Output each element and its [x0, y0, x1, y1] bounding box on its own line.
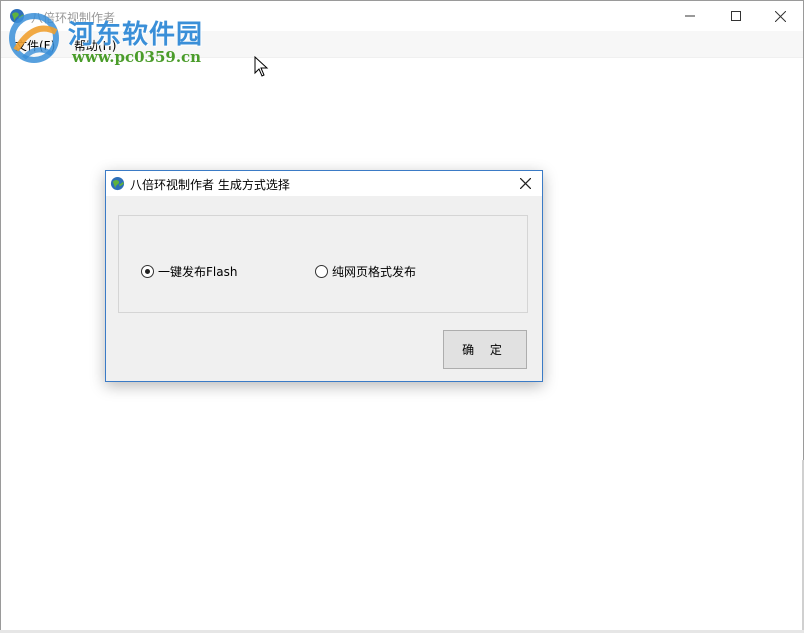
close-icon — [774, 10, 786, 22]
mouse-cursor-icon — [254, 56, 269, 77]
watermark-url: www.pc0359.cn — [72, 48, 202, 66]
maximize-icon — [731, 11, 741, 21]
dialog-titlebar[interactable]: 八倍环视制作者 生成方式选择 — [106, 171, 542, 196]
radio-flash[interactable]: 一键发布Flash — [141, 263, 237, 280]
minimize-button[interactable] — [667, 1, 713, 31]
generation-mode-dialog: 八倍环视制作者 生成方式选择 一键发布Flash 纯网页格式发布 确 定 — [105, 170, 543, 382]
radio-selected-dot — [145, 269, 150, 274]
options-groupbox: 一键发布Flash 纯网页格式发布 — [118, 215, 528, 313]
radio-webpage[interactable]: 纯网页格式发布 — [315, 263, 416, 280]
close-icon — [519, 178, 531, 189]
watermark-site-name: 河东软件园 — [68, 20, 204, 50]
radio-flash-label[interactable]: 一键发布Flash — [158, 263, 237, 280]
globe-icon — [110, 176, 125, 191]
radio-circle[interactable] — [141, 265, 154, 278]
ok-button[interactable]: 确 定 — [443, 330, 527, 369]
dialog-title: 八倍环视制作者 生成方式选择 — [130, 178, 290, 192]
watermark: 河东软件园 www.pc0359.cn — [6, 10, 206, 70]
watermark-logo-icon — [9, 13, 59, 63]
radio-circle[interactable] — [315, 265, 328, 278]
radio-webpage-label[interactable]: 纯网页格式发布 — [332, 263, 416, 280]
close-button[interactable] — [757, 1, 803, 31]
minimize-icon — [685, 15, 695, 17]
dialog-close-button[interactable] — [508, 171, 542, 196]
maximize-button[interactable] — [713, 1, 759, 31]
